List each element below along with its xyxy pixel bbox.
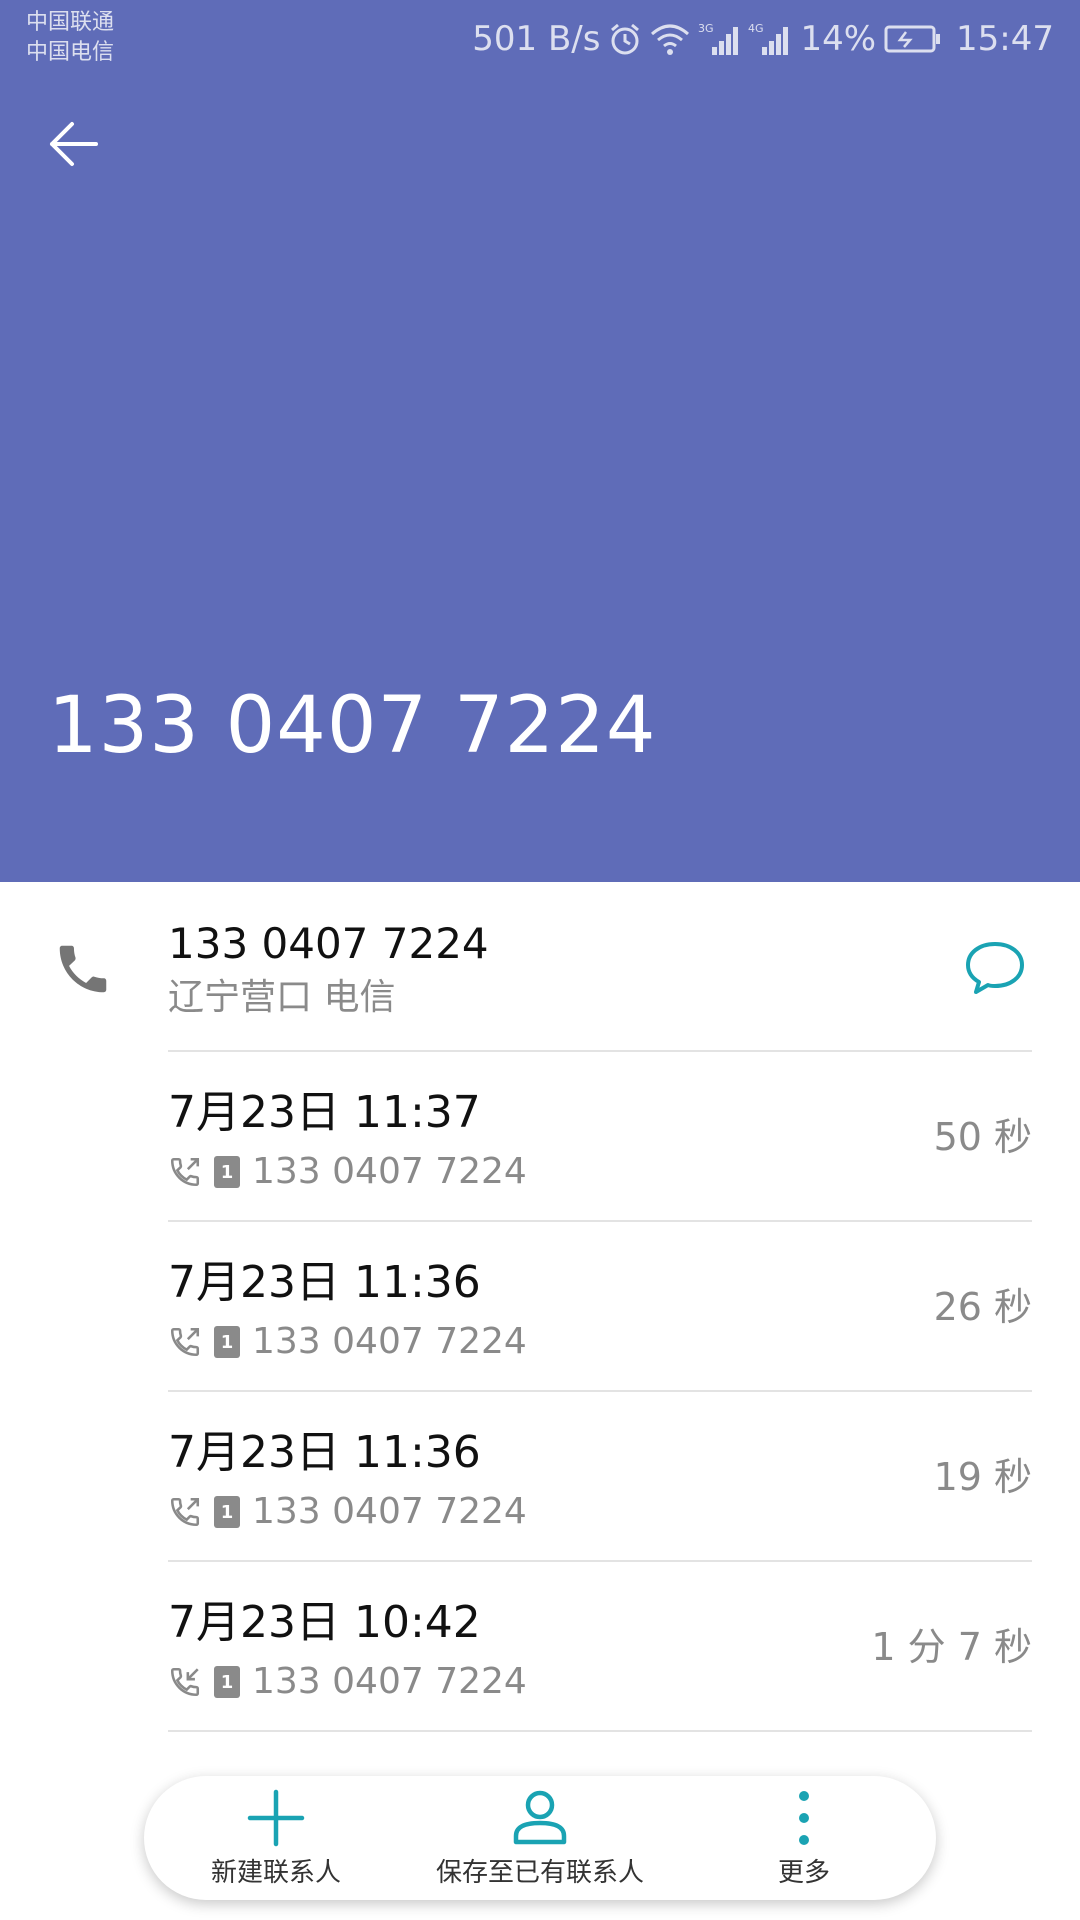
call-duration: 26 秒 — [933, 1285, 1032, 1329]
call-time: 7月23日 11:37 — [168, 1087, 481, 1138]
incoming-call-icon — [170, 1667, 200, 1697]
arrow-left-icon — [50, 122, 98, 166]
carrier-1: 中国联通 — [26, 10, 115, 35]
call-sub: 1 133 0407 7224 — [168, 1148, 527, 1196]
call-number: 133 0407 7224 — [252, 1151, 527, 1192]
more-vertical-icon — [799, 1790, 809, 1845]
save-to-existing-contact-button[interactable]: 保存至已有联系人 — [408, 1776, 672, 1900]
more-button[interactable]: 更多 — [672, 1776, 936, 1900]
net-speed: 501 B/s — [472, 19, 601, 59]
signal-3g-icon: 3G — [698, 22, 739, 55]
clock: 15:47 — [956, 19, 1054, 59]
save-to-existing-label: 保存至已有联系人 — [435, 1857, 644, 1888]
call-sub: 1 133 0407 7224 — [168, 1318, 527, 1366]
call-log-item[interactable]: 7月23日 10:42 1 133 0407 7224 1 分 7 秒 — [0, 1562, 1080, 1732]
call-sub: 1 133 0407 7224 — [168, 1488, 527, 1536]
call-duration: 19 秒 — [933, 1455, 1032, 1499]
new-contact-button[interactable]: 新建联系人 — [144, 1776, 408, 1900]
back-button[interactable] — [38, 108, 110, 180]
sim-badge: 1 — [214, 1666, 240, 1698]
call-time: 7月23日 11:36 — [168, 1257, 481, 1308]
more-label: 更多 — [777, 1857, 830, 1888]
call-number: 133 0407 7224 — [252, 1661, 527, 1702]
battery-charging-icon — [884, 25, 941, 53]
status-bar: 中国联通 中国电信 501 B/s 3G 4G 14% 15:47 — [0, 0, 1080, 80]
person-icon — [513, 1790, 567, 1844]
alarm-icon — [611, 23, 640, 55]
call-log-item[interactable]: 7月23日 11:36 1 133 0407 7224 26 秒 — [0, 1222, 1080, 1392]
number-row[interactable]: 133 0407 7224 辽宁营口 电信 — [0, 882, 1080, 1052]
status-indicators: 501 B/s 3G 4G 14% 15:47 — [472, 14, 1054, 64]
header-phone-number: 133 0407 7224 — [48, 681, 657, 771]
svg-text:4G: 4G — [748, 22, 764, 35]
call-sub: 1 133 0407 7224 — [168, 1658, 527, 1706]
outgoing-call-icon — [170, 1497, 200, 1527]
location-carrier: 辽宁营口 电信 — [168, 977, 396, 1018]
call-log-item[interactable]: 7月23日 11:37 1 133 0407 7224 50 秒 — [0, 1052, 1080, 1222]
new-contact-label: 新建联系人 — [210, 1857, 341, 1888]
header: 中国联通 中国电信 501 B/s 3G 4G 14% 15:47 133 04… — [0, 0, 1080, 882]
call-time: 7月23日 11:36 — [168, 1427, 481, 1478]
divider — [168, 1730, 1032, 1732]
svg-text:3G: 3G — [698, 22, 714, 35]
plus-icon — [247, 1789, 305, 1846]
signal-4g-icon: 4G — [748, 22, 789, 55]
outgoing-call-icon — [170, 1327, 200, 1357]
call-duration: 1 分 7 秒 — [871, 1625, 1032, 1669]
call-detail-list: 133 0407 7224 辽宁营口 电信 7月23日 11:37 1 133 … — [0, 882, 1080, 1732]
carrier-info: 中国联通 中国电信 — [26, 8, 114, 68]
sim-badge: 1 — [214, 1156, 240, 1188]
call-number: 133 0407 7224 — [252, 1321, 527, 1362]
sim-badge: 1 — [214, 1326, 240, 1358]
message-icon[interactable] — [962, 934, 1028, 1000]
sim-badge: 1 — [214, 1496, 240, 1528]
call-number: 133 0407 7224 — [252, 1491, 527, 1532]
outgoing-call-icon — [170, 1157, 200, 1187]
phone-number: 133 0407 7224 — [168, 919, 489, 968]
call-duration: 50 秒 — [933, 1115, 1032, 1159]
call-log-item[interactable]: 7月23日 11:36 1 133 0407 7224 19 秒 — [0, 1392, 1080, 1562]
battery-percent: 14% — [800, 19, 877, 59]
phone-icon[interactable] — [52, 938, 114, 1000]
carrier-2: 中国电信 — [26, 40, 115, 65]
wifi-icon — [651, 24, 690, 55]
call-time: 7月23日 10:42 — [168, 1597, 481, 1648]
bottom-action-bar: 新建联系人 保存至已有联系人 更多 — [144, 1776, 936, 1900]
